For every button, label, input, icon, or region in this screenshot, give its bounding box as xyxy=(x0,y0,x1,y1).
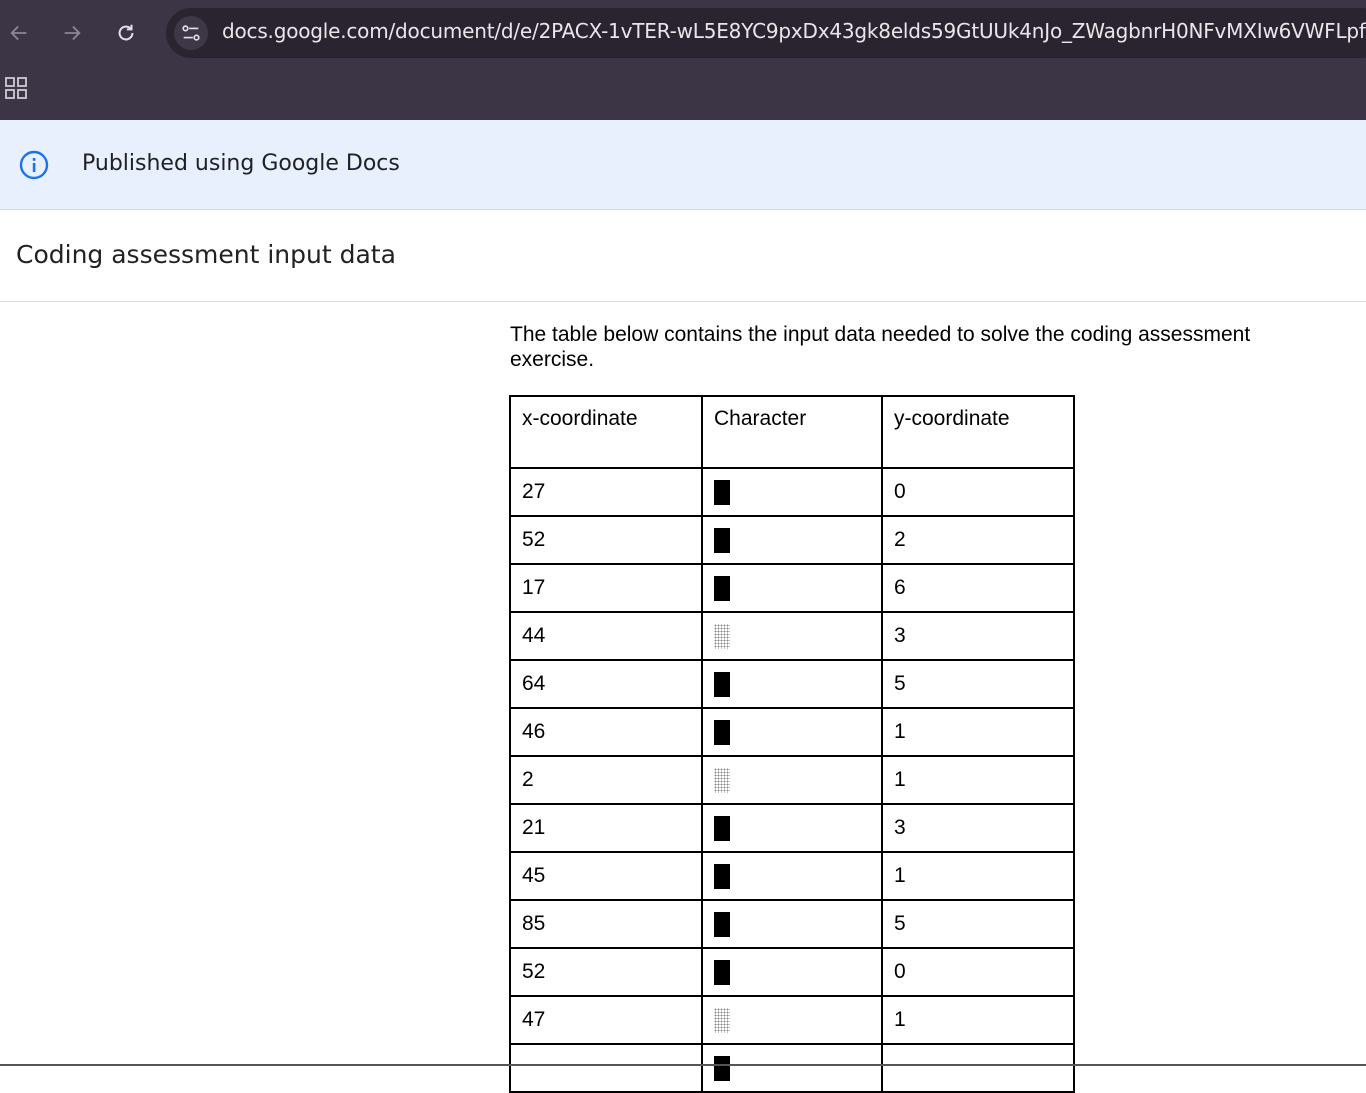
full-block-glyph xyxy=(714,863,730,889)
forward-button[interactable] xyxy=(57,18,87,48)
table-row: 44 3 xyxy=(509,611,1075,661)
cell-x-coordinate: 17 xyxy=(509,563,703,613)
document-header: Coding assessment input data xyxy=(0,210,1366,302)
cell-x-coordinate: 21 xyxy=(509,803,703,853)
cell-y-coordinate: 1 xyxy=(881,995,1075,1045)
arrow-left-icon xyxy=(10,25,27,41)
cell-y-coordinate: 3 xyxy=(881,611,1075,661)
full-block-glyph xyxy=(714,1055,730,1081)
cell-y-coordinate: 5 xyxy=(881,899,1075,949)
cell-x-coordinate: 52 xyxy=(509,515,703,565)
full-block-glyph xyxy=(714,719,730,745)
cell-y-coordinate: 2 xyxy=(881,515,1075,565)
address-bar[interactable]: docs.google.com/document/d/e/2PACX-1vTER… xyxy=(166,8,1366,58)
cell-character xyxy=(701,755,883,805)
info-icon xyxy=(19,150,49,180)
reload-icon xyxy=(118,24,134,41)
cell-x-coordinate: 64 xyxy=(509,659,703,709)
cell-x-coordinate: 45 xyxy=(509,851,703,901)
cell-partial xyxy=(881,1043,1075,1093)
table-row: 27 0 xyxy=(509,467,1075,517)
cell-x-coordinate: 47 xyxy=(509,995,703,1045)
cell-character xyxy=(701,563,883,613)
cell-y-coordinate: 3 xyxy=(881,803,1075,853)
cell-x-coordinate: 52 xyxy=(509,947,703,997)
full-block-glyph xyxy=(714,527,730,553)
cell-y-coordinate: 1 xyxy=(881,851,1075,901)
full-block-glyph xyxy=(714,815,730,841)
table-row: 85 5 xyxy=(509,899,1075,949)
table-row: 47 1 xyxy=(509,995,1075,1045)
table-row: 21 3 xyxy=(509,803,1075,853)
cell-character xyxy=(701,707,883,757)
table-header-row: x-coordinate Character y-coordinate xyxy=(509,395,1075,469)
input-data-table: x-coordinate Character y-coordinate 27 0 5… xyxy=(509,395,1075,1093)
table-row: 52 2 xyxy=(509,515,1075,565)
tune-icon xyxy=(182,25,200,41)
cell-y-coordinate: 0 xyxy=(881,947,1075,997)
header-y-coordinate: y-coordinate xyxy=(881,395,1075,469)
header-character: Character xyxy=(701,395,883,469)
cell-character xyxy=(701,611,883,661)
table-row: 64 5 xyxy=(509,659,1075,709)
published-banner: Published using Google Docs xyxy=(0,120,1366,210)
cell-character xyxy=(701,851,883,901)
light-shade-glyph xyxy=(714,1007,730,1033)
cell-character xyxy=(701,947,883,997)
table-row: 17 6 xyxy=(509,563,1075,613)
table-row: 46 1 xyxy=(509,707,1075,757)
document-title: Coding assessment input data xyxy=(16,240,396,269)
reload-button[interactable] xyxy=(111,18,141,48)
cell-partial xyxy=(509,1043,703,1093)
cell-y-coordinate: 5 xyxy=(881,659,1075,709)
cell-y-coordinate: 0 xyxy=(881,467,1075,517)
cell-x-coordinate: 2 xyxy=(509,755,703,805)
full-block-glyph xyxy=(714,575,730,601)
cell-y-coordinate: 6 xyxy=(881,563,1075,613)
intro-paragraph: The table below contains the input data … xyxy=(510,323,1251,371)
cell-y-coordinate: 1 xyxy=(881,707,1075,757)
browser-toolbar: docs.google.com/document/d/e/2PACX-1vTER… xyxy=(0,0,1366,66)
cell-character xyxy=(701,899,883,949)
light-shade-glyph xyxy=(714,767,730,793)
cell-x-coordinate: 85 xyxy=(509,899,703,949)
cell-character xyxy=(701,803,883,853)
arrow-right-icon xyxy=(64,25,81,41)
cell-character xyxy=(701,995,883,1045)
cell-partial xyxy=(701,1043,883,1093)
banner-text: Published using Google Docs xyxy=(82,151,400,176)
cell-character xyxy=(701,659,883,709)
table-row: 52 0 xyxy=(509,947,1075,997)
full-block-glyph xyxy=(714,671,730,697)
full-block-glyph xyxy=(714,479,730,505)
apps-grid-icon[interactable] xyxy=(5,77,27,99)
light-shade-glyph xyxy=(714,623,730,649)
header-x-coordinate: x-coordinate xyxy=(509,395,703,469)
cell-x-coordinate: 46 xyxy=(509,707,703,757)
cell-character xyxy=(701,515,883,565)
bookmarks-bar xyxy=(0,66,1366,120)
back-button[interactable] xyxy=(4,18,34,48)
cell-y-coordinate: 1 xyxy=(881,755,1075,805)
full-block-glyph xyxy=(714,959,730,985)
table-row: 21 xyxy=(509,755,1075,805)
url-text[interactable]: docs.google.com/document/d/e/2PACX-1vTER… xyxy=(222,19,1366,43)
table-row-partial xyxy=(509,1043,1075,1093)
table-row: 45 1 xyxy=(509,851,1075,901)
full-block-glyph xyxy=(714,911,730,937)
site-info-button[interactable] xyxy=(174,16,208,50)
cell-x-coordinate: 44 xyxy=(509,611,703,661)
cell-x-coordinate: 27 xyxy=(509,467,703,517)
cell-character xyxy=(701,467,883,517)
